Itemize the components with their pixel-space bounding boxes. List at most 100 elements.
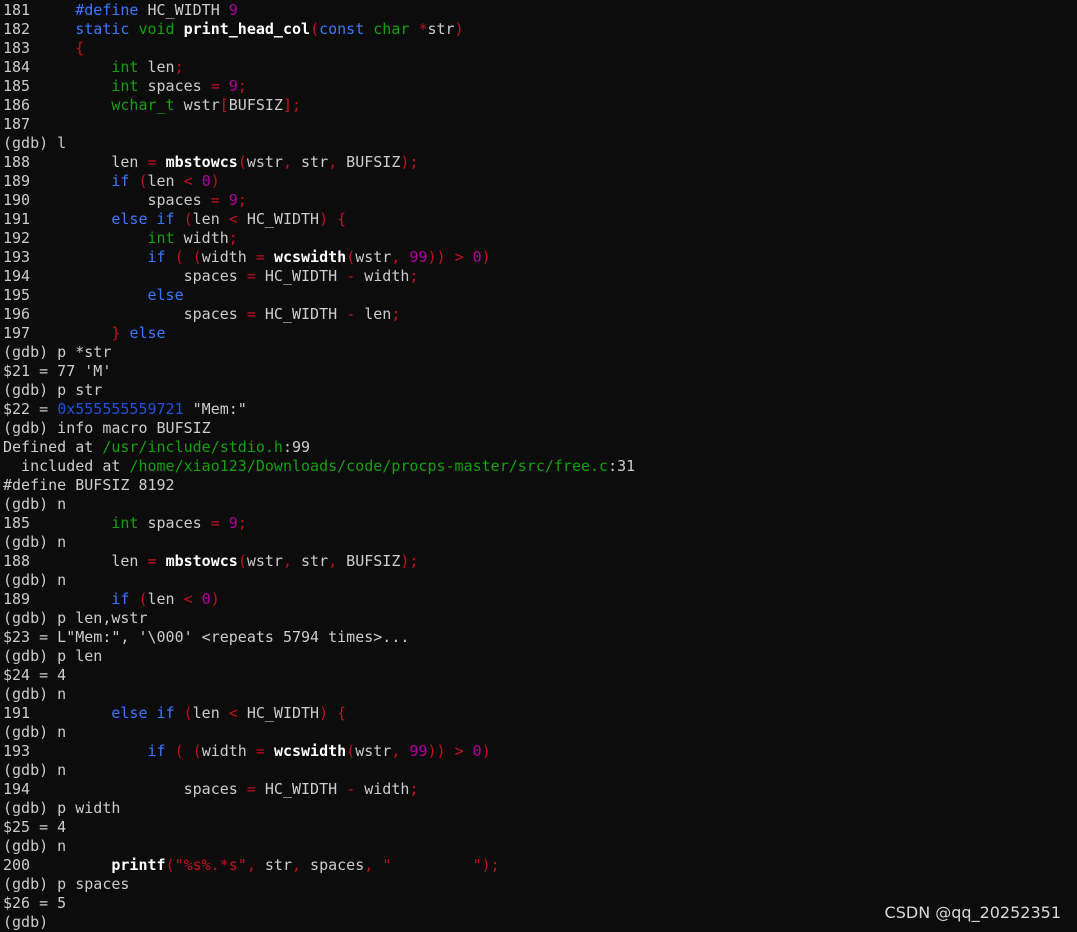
line-segment: >: [454, 248, 464, 266]
terminal-line: (gdb) n: [3, 837, 1077, 856]
line-segment: =: [246, 267, 256, 285]
terminal-line: 181 #define HC_WIDTH 9: [3, 1, 1077, 20]
line-segment: (: [192, 742, 202, 760]
line-segment: ;: [237, 77, 247, 95]
terminal-line: 185 int spaces = 9;: [3, 77, 1077, 96]
line-segment: #define: [75, 1, 139, 19]
line-segment: <: [183, 172, 193, 190]
line-segment: 194 spaces: [3, 267, 247, 285]
line-segment: );: [400, 153, 419, 171]
line-segment: ;: [391, 305, 401, 323]
line-segment: 0: [472, 742, 482, 760]
line-segment: /home/xiao123/Downloads/code/procps-mast…: [129, 457, 609, 475]
terminal-line: (gdb) n: [3, 571, 1077, 590]
terminal-line: (gdb) p width: [3, 799, 1077, 818]
line-segment: -: [346, 267, 356, 285]
terminal-line: 193 if ( (width = wcswidth(wstr, 99)) > …: [3, 742, 1077, 761]
line-segment: BUFSIZ: [228, 96, 283, 114]
line-segment: 9: [228, 514, 238, 532]
line-segment: [328, 704, 337, 722]
terminal-line: (gdb) n: [3, 685, 1077, 704]
terminal-line: Defined at /usr/include/stdio.h:99: [3, 438, 1077, 457]
terminal-line: 200 printf("%s%.*s", str, spaces, " ");: [3, 856, 1077, 875]
line-segment: int: [111, 77, 139, 95]
line-segment: 0: [201, 172, 211, 190]
line-segment: [193, 590, 202, 608]
line-segment: 186: [3, 96, 112, 114]
line-segment: (gdb) n: [3, 761, 67, 779]
line-segment: spaces: [138, 77, 211, 95]
line-segment: width: [174, 229, 229, 247]
line-segment: const: [319, 20, 365, 38]
line-segment: 99: [409, 248, 428, 266]
line-segment: width: [201, 742, 256, 760]
line-segment: 193: [3, 248, 148, 266]
line-segment: {: [337, 704, 347, 722]
line-segment: {: [337, 210, 347, 228]
line-segment: len: [147, 172, 184, 190]
line-segment: ): [454, 20, 464, 38]
line-segment: 181: [3, 1, 76, 19]
terminal-line: 185 int spaces = 9;: [3, 514, 1077, 533]
terminal-line: (gdb) n: [3, 723, 1077, 742]
line-segment: =: [147, 552, 157, 570]
line-segment: /usr/include/stdio.h: [102, 438, 283, 456]
line-segment: ,: [282, 552, 292, 570]
line-segment: if: [156, 704, 175, 722]
line-segment: -: [346, 305, 356, 323]
line-segment: spaces: [301, 856, 365, 874]
line-segment: 192: [3, 229, 148, 247]
line-segment: void: [138, 20, 175, 38]
line-segment: [373, 856, 382, 874]
line-segment: $25 = 4: [3, 818, 67, 836]
line-segment: (gdb) p width: [3, 799, 121, 817]
terminal-output[interactable]: 181 #define HC_WIDTH 9 182 static void pr…: [0, 0, 1077, 932]
line-segment: ): [210, 590, 220, 608]
line-segment: ;: [237, 191, 247, 209]
line-segment: =: [255, 248, 265, 266]
terminal-line: $23 = L"Mem:", '\000' <repeats 5794 time…: [3, 628, 1077, 647]
line-segment: [364, 20, 373, 38]
line-segment: =: [246, 780, 256, 798]
line-segment: (gdb) l: [3, 134, 67, 152]
line-segment: BUFSIZ: [337, 552, 401, 570]
line-segment: (: [346, 248, 356, 266]
line-segment: if: [156, 210, 175, 228]
line-segment: (: [165, 856, 175, 874]
line-segment: [464, 742, 473, 760]
line-segment: <: [228, 704, 238, 722]
line-segment: int: [111, 514, 139, 532]
terminal-line: 187: [3, 115, 1077, 134]
line-segment: else: [129, 324, 166, 342]
line-segment: 197: [3, 324, 112, 342]
line-segment: width: [201, 248, 256, 266]
line-segment: width: [355, 780, 410, 798]
line-segment: wstr: [355, 248, 392, 266]
line-segment: [220, 514, 229, 532]
line-segment: wstr: [174, 96, 220, 114]
line-segment: [446, 248, 455, 266]
line-segment: )): [427, 742, 446, 760]
terminal-line: (gdb) p len: [3, 647, 1077, 666]
line-segment: 196 spaces: [3, 305, 247, 323]
line-segment: [220, 77, 229, 95]
line-segment: 188 len: [3, 153, 148, 171]
line-segment: if: [111, 172, 130, 190]
line-segment: (gdb) info macro BUFSIZ: [3, 419, 211, 437]
line-segment: if: [111, 590, 130, 608]
line-segment: {: [75, 39, 85, 57]
line-segment: 200: [3, 856, 112, 874]
line-segment: ,: [328, 153, 338, 171]
line-segment: wcswidth: [273, 248, 347, 266]
line-segment: HC_WIDTH: [255, 305, 347, 323]
terminal-line: 192 int width;: [3, 229, 1077, 248]
line-segment: (: [192, 248, 202, 266]
line-segment: spaces: [138, 514, 211, 532]
terminal-line: 191 else if (len < HC_WIDTH) {: [3, 210, 1077, 229]
line-segment: (gdb) p *str: [3, 343, 112, 361]
line-segment: ): [481, 742, 491, 760]
line-segment: HC_WIDTH: [255, 267, 347, 285]
line-segment: [464, 248, 473, 266]
line-segment: (: [310, 20, 320, 38]
line-segment: wstr: [355, 742, 392, 760]
